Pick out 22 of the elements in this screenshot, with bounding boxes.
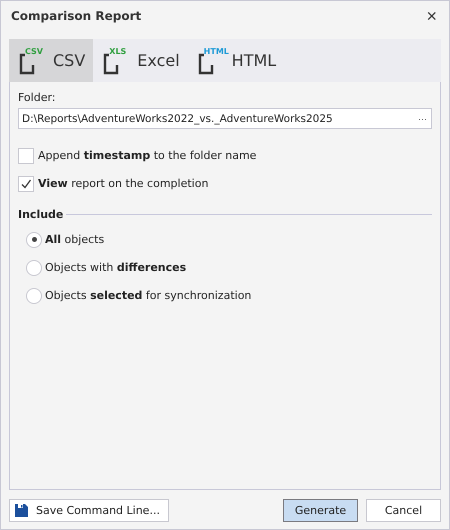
generate-button[interactable]: Generate	[283, 499, 358, 522]
radio-button[interactable]	[26, 260, 42, 276]
radio-label: All objects	[45, 233, 104, 246]
folder-field[interactable]: D:\Reports\AdventureWorks2022_vs._AdventureWorks2025 ···	[18, 108, 432, 129]
checkbox[interactable]	[18, 148, 34, 164]
checkbox-label: View report on the completion	[38, 177, 208, 190]
save-command-line-button[interactable]: Save Command Line...	[9, 499, 169, 522]
group-title: Include	[18, 208, 64, 221]
check-mark-icon	[20, 178, 32, 190]
browse-button[interactable]: ···	[414, 114, 431, 124]
window-title: Comparison Report	[11, 9, 142, 23]
cancel-button[interactable]: Cancel	[366, 499, 441, 522]
format-tab[interactable]: XLS Excel	[93, 39, 188, 82]
format-tab[interactable]: CSV CSV	[9, 39, 94, 82]
checkbox[interactable]	[18, 176, 34, 192]
radio-label: Objects selected for synchronization	[45, 289, 252, 302]
checkbox-label: Append timestamp to the folder name	[38, 149, 256, 162]
radio-label: Objects with differences	[45, 261, 186, 274]
close-button[interactable]: ×	[422, 6, 441, 26]
radio-button[interactable]	[26, 288, 42, 304]
radio-button[interactable]	[26, 232, 42, 248]
folder-label: Folder:	[18, 91, 57, 104]
